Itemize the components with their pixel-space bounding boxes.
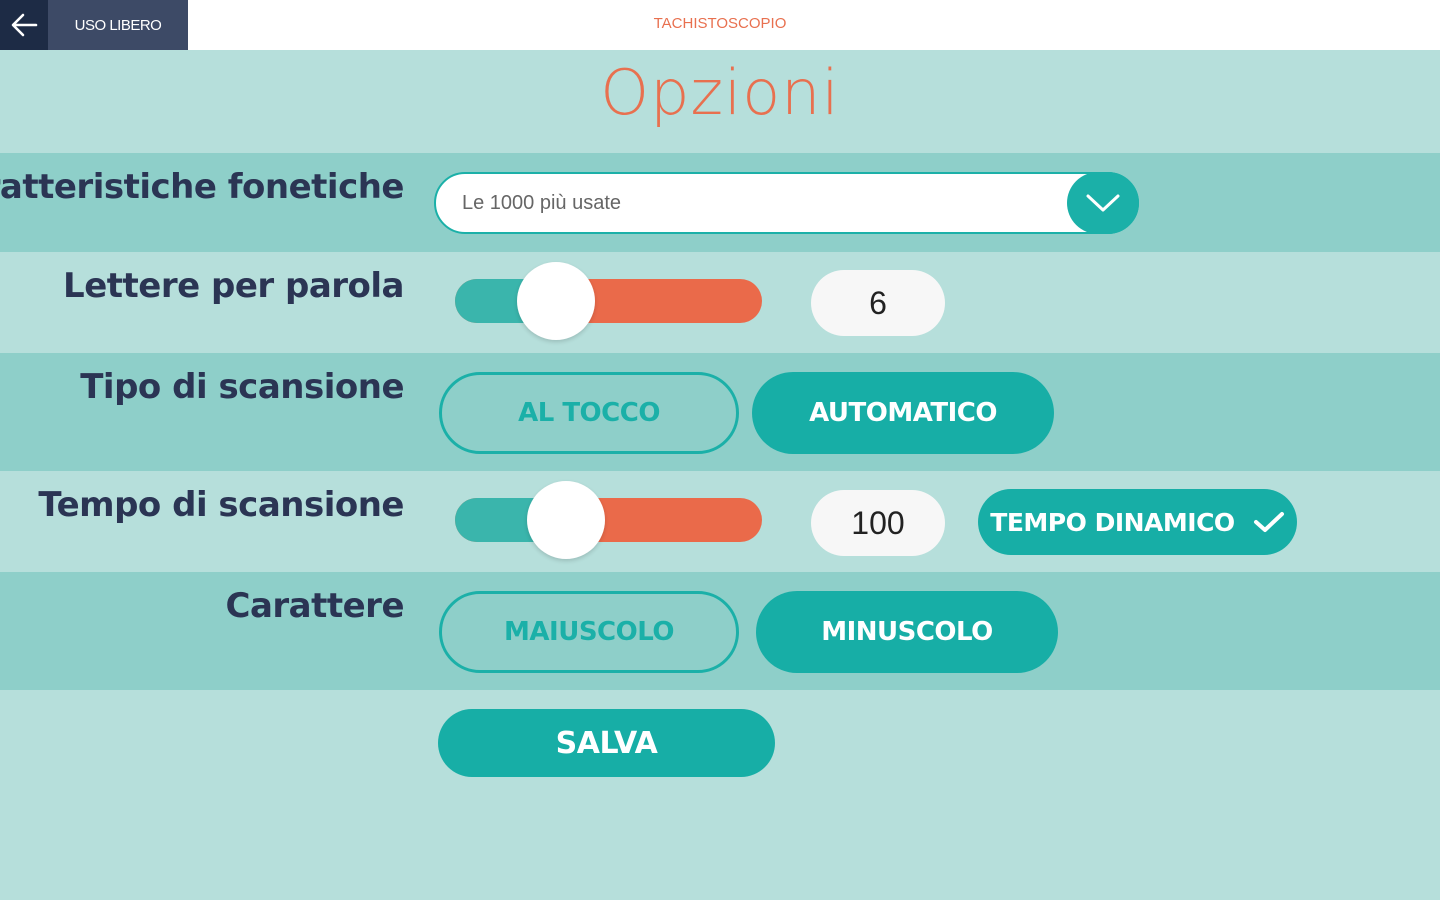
checkmark-icon xyxy=(1253,512,1284,532)
tempo-dinamico-toggle[interactable]: TEMPO DINAMICO xyxy=(978,489,1297,555)
save-button[interactable]: SALVA xyxy=(438,709,775,777)
mode-label[interactable]: USO LIBERO xyxy=(48,0,188,50)
scan-type-label: Tipo di scansione xyxy=(80,367,404,407)
arrow-left-icon xyxy=(11,13,38,37)
minuscolo-button[interactable]: MINUSCOLO xyxy=(756,591,1058,673)
scan-time-value: 100 xyxy=(811,490,945,556)
scan-time-label: Tempo di scansione xyxy=(38,485,404,525)
letters-slider-thumb[interactable] xyxy=(517,262,596,340)
back-button[interactable] xyxy=(0,0,48,50)
case-label: Carattere xyxy=(225,586,405,626)
chevron-down-icon xyxy=(1086,194,1120,212)
letters-value: 6 xyxy=(811,270,945,336)
letters-label: Lettere per parola xyxy=(63,266,404,306)
phonetic-select-value: Le 1000 più usate xyxy=(462,192,622,214)
tempo-dinamico-label: TEMPO DINAMICO xyxy=(990,507,1235,537)
al-tocco-button[interactable]: AL TOCCO xyxy=(439,372,739,454)
page-title: Opzioni xyxy=(600,56,840,129)
phonetic-select[interactable]: Le 1000 più usate xyxy=(434,172,1139,234)
scan-time-slider[interactable] xyxy=(455,498,762,542)
phonetic-label: Caratteristiche fonetiche xyxy=(0,167,405,207)
dropdown-toggle-button[interactable] xyxy=(1067,172,1139,234)
top-bar: USO LIBERO TACHISTOSCOPIO xyxy=(0,0,1440,50)
automatico-button[interactable]: AUTOMATICO xyxy=(752,372,1054,454)
maiuscolo-button[interactable]: MAIUSCOLO xyxy=(439,591,739,673)
app-title: TACHISTOSCOPIO xyxy=(653,14,787,32)
letters-slider[interactable] xyxy=(455,279,762,323)
scan-time-slider-thumb[interactable] xyxy=(526,481,605,559)
